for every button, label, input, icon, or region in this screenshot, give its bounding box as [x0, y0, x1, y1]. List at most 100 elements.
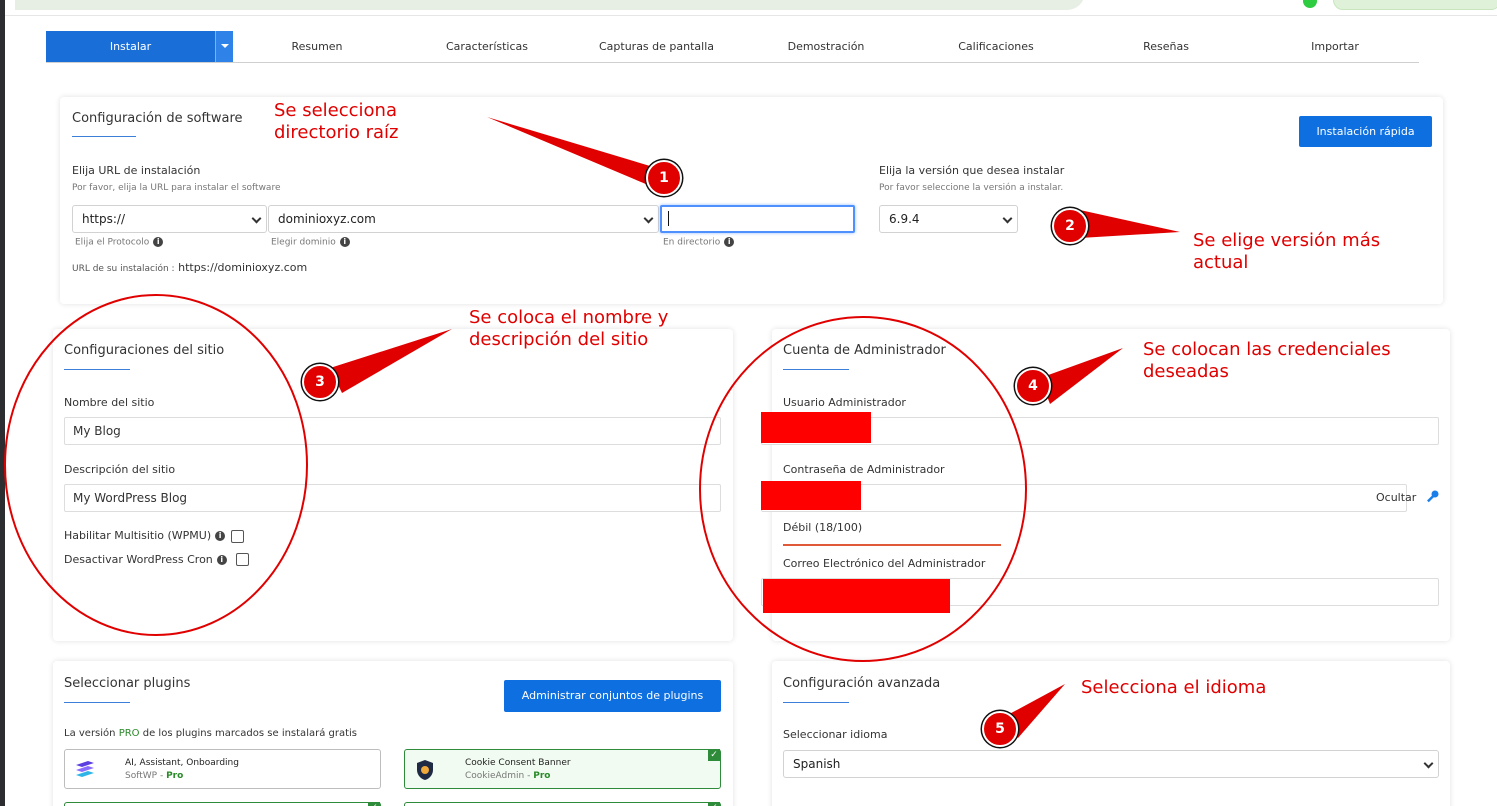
plugins-pro-note: La versión PRO de los plugins marcados s…: [64, 728, 357, 739]
title-underline: [783, 702, 849, 703]
admin-user-label: Usuario Administrador: [783, 396, 906, 409]
tab-label: Características: [445, 40, 528, 53]
info-icon: i: [215, 531, 226, 541]
plugin-author: CookieAdmin - Pro: [465, 771, 551, 781]
manage-plugin-sets-button[interactable]: Administrar conjuntos de plugins: [504, 680, 721, 712]
multisite-checkbox[interactable]: [231, 530, 244, 543]
tab-label: Resumen: [291, 40, 343, 53]
checkmark-icon: ✓: [708, 749, 720, 761]
language-label: Seleccionar idioma: [783, 728, 888, 741]
tab-bar: Instalar Resumen Características Captura…: [46, 31, 1419, 63]
left-edge-bar: [0, 0, 5, 806]
plugin-name: Cookie Consent Banner: [465, 758, 571, 768]
top-strip: [5, 0, 1497, 16]
chevron-down-icon: [251, 213, 262, 224]
tab-label: Capturas de pantalla: [598, 40, 715, 53]
title-underline: [64, 369, 130, 370]
cookie-shield-icon: [417, 760, 433, 780]
tab-dropdown-caret[interactable]: [215, 31, 233, 62]
title-underline: [783, 369, 849, 370]
site-description-label: Descripción del sitio: [64, 463, 176, 476]
software-config-title: Configuración de software: [72, 111, 243, 126]
info-icon: i: [153, 237, 164, 247]
cron-checkbox[interactable]: [236, 553, 249, 566]
info-icon: i: [216, 555, 227, 565]
install-url-value: https://dominioxyz.com: [178, 261, 308, 274]
password-strength-text: Débil (18/100): [783, 521, 863, 534]
title-underline: [64, 702, 130, 703]
status-dot-icon: [1303, 0, 1317, 8]
plugin-softwp[interactable]: AI, Assistant, Onboarding SoftWP - Pro: [64, 749, 381, 789]
plugin-author-name: SoftWP: [125, 771, 158, 781]
annotation-site-name: Se coloca el nombre y descripción del si…: [469, 307, 669, 350]
advanced-config-title: Configuración avanzada: [783, 676, 941, 691]
tab-calificaciones[interactable]: Calificaciones: [911, 31, 1081, 62]
cron-option: Desactivar WordPress Cron i: [64, 553, 227, 566]
cron-label: Desactivar WordPress Cron: [64, 553, 213, 566]
install-url-hint: Por favor, elija la URL para instalar el…: [72, 183, 281, 193]
site-name-label: Nombre del sitio: [64, 396, 155, 409]
protocol-select[interactable]: https://: [72, 205, 267, 233]
protocol-value: https://: [82, 212, 126, 226]
info-icon: i: [724, 237, 735, 247]
softwp-logo-icon: [76, 761, 94, 777]
note-text: La versión: [64, 728, 116, 739]
plugin-author: SoftWP - Pro: [125, 771, 184, 781]
language-value: Spanish: [793, 757, 841, 771]
version-value: 6.9.4: [889, 212, 920, 226]
hide-password-toggle[interactable]: Ocultar: [1376, 491, 1416, 504]
site-config-title: Configuraciones del sitio: [64, 343, 225, 358]
protocol-hint-text: Elija el Protocolo: [75, 237, 150, 248]
tab-label: Demostración: [787, 40, 865, 53]
chevron-down-icon: [1002, 213, 1013, 224]
tab-label: Importar: [1311, 40, 1359, 53]
tab-importar[interactable]: Importar: [1251, 31, 1419, 62]
tab-demostracion[interactable]: Demostración: [741, 31, 911, 62]
multisite-label: Habilitar Multisitio (WPMU): [64, 529, 212, 542]
language-select[interactable]: Spanish: [783, 750, 1439, 778]
tab-caracteristicas[interactable]: Características: [402, 31, 572, 62]
admin-email-label: Correo Electrónico del Administrador: [783, 557, 986, 570]
key-icon[interactable]: [1424, 489, 1440, 505]
site-description-value: My WordPress Blog: [73, 491, 188, 505]
top-right-button[interactable]: [1333, 0, 1497, 10]
admin-account-title: Cuenta de Administrador: [783, 343, 946, 358]
annotation-credentials: Se colocan las credenciales deseadas: [1143, 339, 1391, 382]
step-badge-1: 1: [646, 160, 682, 196]
site-description-input[interactable]: My WordPress Blog: [64, 484, 721, 512]
annotation-version: Se elige versión más actual: [1193, 230, 1381, 273]
plugin-pro-tag: Pro: [166, 771, 184, 781]
version-select[interactable]: 6.9.4: [879, 205, 1018, 233]
quick-install-button[interactable]: Instalación rápida: [1299, 116, 1432, 147]
annotation-language: Selecciona el idioma: [1081, 677, 1267, 698]
tab-label: Calificaciones: [958, 40, 1034, 53]
plugins-card: Seleccionar plugins Administrar conjunto…: [53, 661, 733, 806]
domain-hint-text: Elegir dominio: [271, 237, 336, 248]
domain-select[interactable]: dominioxyz.com: [268, 205, 659, 233]
text-cursor: [668, 211, 669, 226]
redacted-password: [761, 481, 861, 510]
multisite-option: Habilitar Multisitio (WPMU) i: [64, 529, 226, 542]
checkmark-icon: ✓: [368, 802, 380, 806]
directory-hint: En directorio i: [663, 237, 735, 248]
admin-password-label: Contraseña de Administrador: [783, 463, 945, 476]
tab-resenas[interactable]: Reseñas: [1081, 31, 1251, 62]
plugin-cookieadmin[interactable]: Cookie Consent Banner CookieAdmin - Pro …: [404, 749, 721, 789]
plugin-row-partial[interactable]: ✓: [64, 802, 381, 806]
tab-capturas[interactable]: Capturas de pantalla: [572, 31, 741, 62]
site-name-input[interactable]: My Blog: [64, 417, 721, 445]
plugin-row-partial[interactable]: ✓: [404, 802, 721, 806]
tab-instalar[interactable]: Instalar: [46, 31, 215, 62]
step-badge-4: 4: [1015, 368, 1051, 404]
password-strength-bar: [783, 544, 1001, 546]
domain-value: dominioxyz.com: [278, 212, 376, 226]
tab-resumen[interactable]: Resumen: [233, 31, 401, 62]
tab-label: Instalar: [109, 40, 152, 53]
directory-input[interactable]: [660, 205, 855, 233]
info-icon: i: [339, 237, 350, 247]
plugin-name: AI, Assistant, Onboarding: [125, 758, 239, 768]
version-label: Elija la versión que desea instalar: [879, 164, 1065, 177]
redacted-username: [761, 412, 871, 443]
title-underline: [72, 136, 136, 137]
site-config-card: Configuraciones del sitio Nombre del sit…: [53, 329, 733, 641]
